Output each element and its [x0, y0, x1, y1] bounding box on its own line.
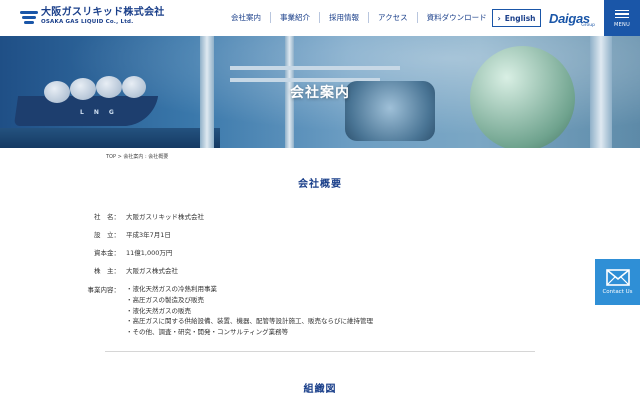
hero-banner: LNG 会社案内	[0, 36, 640, 148]
section-heading-overview: 会社概要	[298, 179, 342, 190]
row-value: 11億1,000万円	[126, 249, 173, 257]
list-item: ・液化天然ガスの冷熱利用事業	[126, 285, 217, 293]
site-header: 大阪ガスリキッド株式会社 OSAKA GAS LIQUID Co., Ltd. …	[0, 0, 640, 36]
nav-company-info[interactable]: 会社案内	[222, 12, 271, 23]
list-item: ・高圧ガスの製造及び販売	[126, 295, 204, 304]
ship-lettering: LNG	[80, 109, 124, 116]
company-logo[interactable]: 大阪ガスリキッド株式会社 OSAKA GAS LIQUID Co., Ltd.	[20, 8, 165, 26]
list-item: ・液化天然ガスの販売	[126, 306, 191, 315]
logo-mark-icon	[20, 10, 38, 24]
row-value: 大阪ガス株式会社	[126, 267, 178, 275]
global-nav: 会社案内 事業紹介 採用情報 アクセス 資料ダウンロード	[222, 12, 496, 23]
list-item: ・高圧ガスに関する供給設備、装置、機器、配管等設計施工、販売ならびに維持管理	[126, 317, 373, 326]
row-label: 設 立：	[94, 231, 120, 239]
contact-us-label: Contact Us	[602, 289, 633, 295]
section-heading-org-chart: 組織図	[303, 384, 337, 395]
nav-downloads[interactable]: 資料ダウンロード	[418, 12, 496, 23]
row-label: 株 主：	[94, 267, 120, 275]
daigas-group-logo[interactable]: Daigas Group	[549, 8, 595, 30]
section-divider	[105, 351, 535, 352]
row-label: 社 名：	[94, 213, 120, 221]
english-label: English	[504, 13, 536, 23]
menu-button[interactable]: MENU	[604, 0, 640, 36]
row-label: 資本金：	[94, 249, 120, 257]
overview-row: 株 主： 大阪ガス株式会社	[0, 265, 440, 275]
hamburger-icon	[615, 8, 629, 21]
menu-label: MENU	[613, 22, 631, 29]
contact-us-button[interactable]: Contact Us	[595, 259, 640, 305]
logo-english-name: OSAKA GAS LIQUID Co., Ltd.	[41, 19, 134, 25]
row-label: 事業内容：	[87, 286, 121, 294]
daigas-group-label: Group	[581, 23, 595, 28]
row-value: 大阪ガスリキッド株式会社	[126, 213, 204, 221]
overview-row-business: 事業内容： ・液化天然ガスの冷熱利用事業 ・高圧ガスの製造及び販売 ・液化天然ガ…	[0, 284, 440, 338]
overview-row: 社 名： 大阪ガスリキッド株式会社	[0, 211, 440, 221]
nav-recruit[interactable]: 採用情報	[320, 12, 369, 23]
nav-access[interactable]: アクセス	[369, 12, 418, 23]
business-list: ・液化天然ガスの冷熱利用事業 ・高圧ガスの製造及び販売 ・液化天然ガスの販売 ・…	[122, 284, 373, 338]
chevron-right-icon: ›	[497, 13, 501, 23]
logo-japanese-name: 大阪ガスリキッド株式会社	[41, 7, 165, 18]
breadcrumb[interactable]: TOP > 会社案内 : 会社概要	[106, 153, 168, 160]
row-value: 平成3年7月1日	[126, 231, 171, 239]
envelope-icon	[605, 269, 630, 286]
page-title: 会社案内	[290, 85, 350, 101]
english-button[interactable]: › English	[492, 9, 541, 27]
overview-row: 資本金： 11億1,000万円	[0, 247, 440, 257]
list-item: ・その他、調査・研究・開発・コンサルティング業務等	[126, 328, 289, 337]
sea-image	[0, 128, 220, 148]
overview-row: 設 立： 平成3年7月1日	[0, 229, 440, 239]
nav-business[interactable]: 事業紹介	[271, 12, 320, 23]
